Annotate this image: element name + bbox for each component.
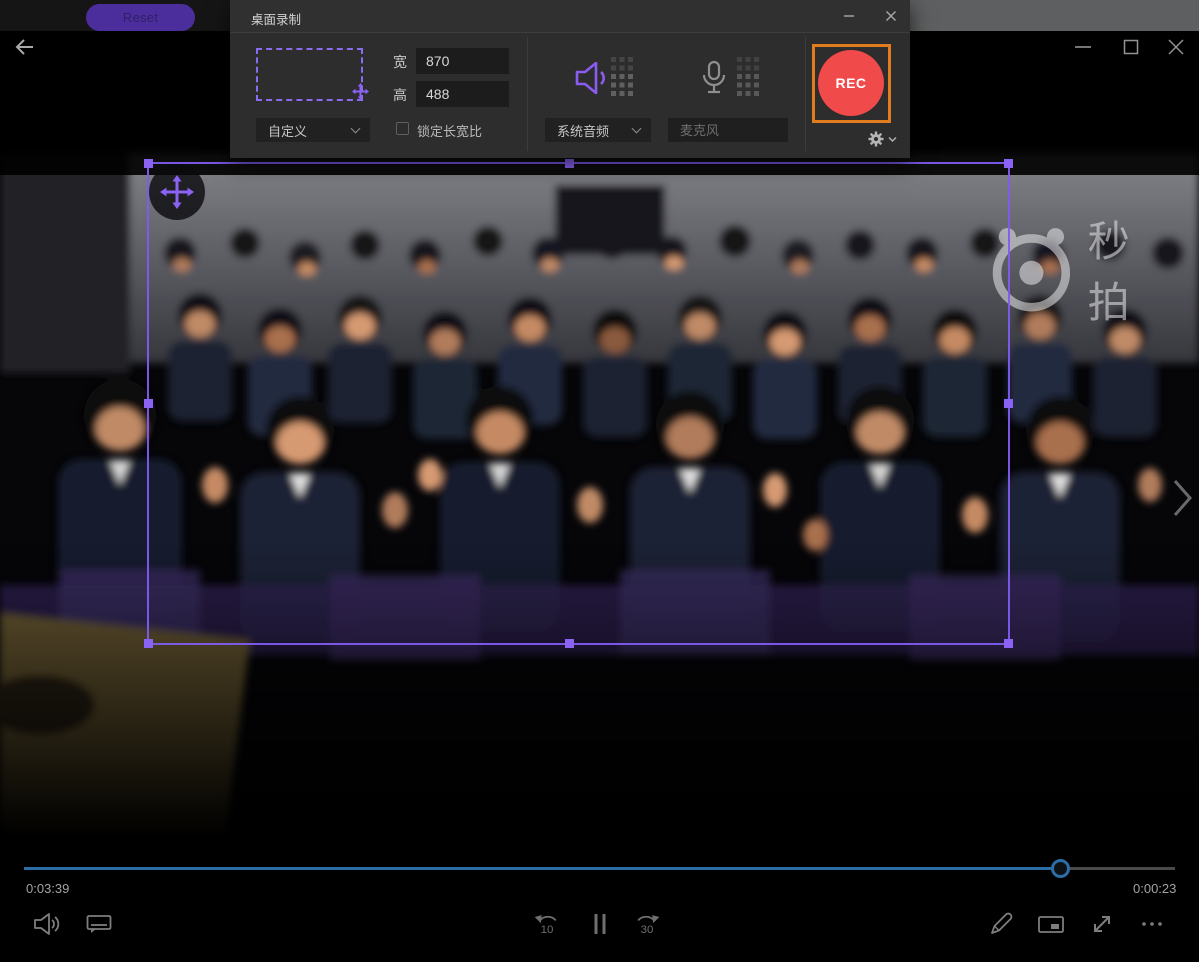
volume-button[interactable] [33,909,63,939]
size-preset-dropdown[interactable]: 自定义 [256,118,370,142]
height-input[interactable] [416,81,509,107]
screen: Reset [0,0,1199,962]
fullscreen-icon [1089,911,1115,937]
skip-back-button[interactable]: 10 [532,909,562,939]
pause-icon [586,910,614,938]
elapsed-time: 0:03:39 [26,881,69,896]
region-preview-move[interactable] [352,83,369,100]
divider [805,37,806,151]
window-maximize-button[interactable] [1122,38,1140,56]
recorder-title: 桌面录制 [251,9,301,28]
mini-player-button[interactable] [1036,909,1066,939]
resize-handle-bottom-right[interactable] [1004,639,1013,648]
chevron-down-icon [888,136,897,143]
resize-handle-top-right[interactable] [1004,159,1013,168]
rec-button[interactable]: REC [818,50,884,116]
lock-aspect-label: 锁定长宽比 [417,121,482,140]
resize-handle-mid-left[interactable] [144,399,153,408]
picture-in-picture-icon [1037,912,1065,936]
captions-icon [86,912,112,936]
divider [527,37,528,151]
mic-volume-level-indicator [737,57,759,101]
skip-forward-30-icon: 30 [632,908,662,940]
gear-icon [868,131,884,147]
microphone-icon [700,60,728,98]
system-audio-icon [574,62,612,94]
minimize-icon [843,10,855,22]
width-label: 宽 [393,52,407,72]
move-cross-icon [160,175,194,209]
recorder-titlebar[interactable]: 桌面录制 [230,0,910,33]
seek-thumb[interactable] [1051,859,1070,878]
capture-region[interactable] [147,162,1010,645]
microphone-input[interactable] [668,118,788,142]
fullscreen-button[interactable] [1087,909,1117,939]
skip-back-value: 10 [541,924,554,936]
seek-progress [24,867,1060,870]
chevron-down-icon [632,124,642,134]
size-preset-value: 自定义 [268,121,307,140]
volume-icon [33,912,63,936]
minimize-icon [1074,38,1092,56]
system-audio-value: 系统音频 [557,121,609,140]
height-label: 高 [393,85,407,105]
skip-forward-button[interactable]: 30 [632,909,662,939]
close-icon [885,10,897,22]
window-minimize-button[interactable] [1074,38,1092,56]
region-preview-box[interactable] [256,48,363,101]
resize-handle-bottom-left[interactable] [144,639,153,648]
chevron-down-icon [351,124,361,134]
region-move-handle[interactable] [149,164,205,220]
captions-button[interactable] [84,909,114,939]
chevron-right-icon [1170,476,1194,520]
recorder-minimize-button[interactable] [830,0,868,32]
system-volume-level-indicator [611,57,633,101]
system-audio-dropdown[interactable]: 系统音频 [545,118,651,142]
resize-handle-top-mid[interactable] [565,159,574,168]
edit-button[interactable] [986,909,1016,939]
width-input[interactable] [416,48,509,74]
reset-button[interactable]: Reset [86,4,195,31]
back-arrow-icon [12,36,36,58]
settings-control[interactable] [868,131,897,147]
maximize-icon [1122,38,1140,56]
watermark-text: 秒拍 [1088,208,1143,330]
skip-back-10-icon: 10 [532,908,562,940]
close-icon [1167,38,1185,56]
remaining-time: 0:00:23 [1133,881,1175,896]
resize-handle-top-left[interactable] [144,159,153,168]
lock-aspect-checkbox[interactable] [396,122,409,135]
move-cross-icon [352,83,369,100]
recorder-close-button[interactable] [872,0,910,32]
resize-handle-mid-right[interactable] [1004,399,1013,408]
desktop-recorder-panel: 桌面录制 [230,0,910,158]
back-button[interactable] [12,36,36,58]
window-close-button[interactable] [1167,38,1185,56]
pause-button[interactable] [585,909,615,939]
more-ellipsis-icon [1139,911,1165,937]
pencil-icon [988,911,1014,937]
next-button[interactable] [1170,476,1194,520]
background-titlebar-right [908,0,1199,31]
resize-handle-bottom-mid[interactable] [565,639,574,648]
seek-bar[interactable] [24,860,1175,877]
skip-forward-value: 30 [641,924,654,936]
more-button[interactable] [1137,909,1167,939]
